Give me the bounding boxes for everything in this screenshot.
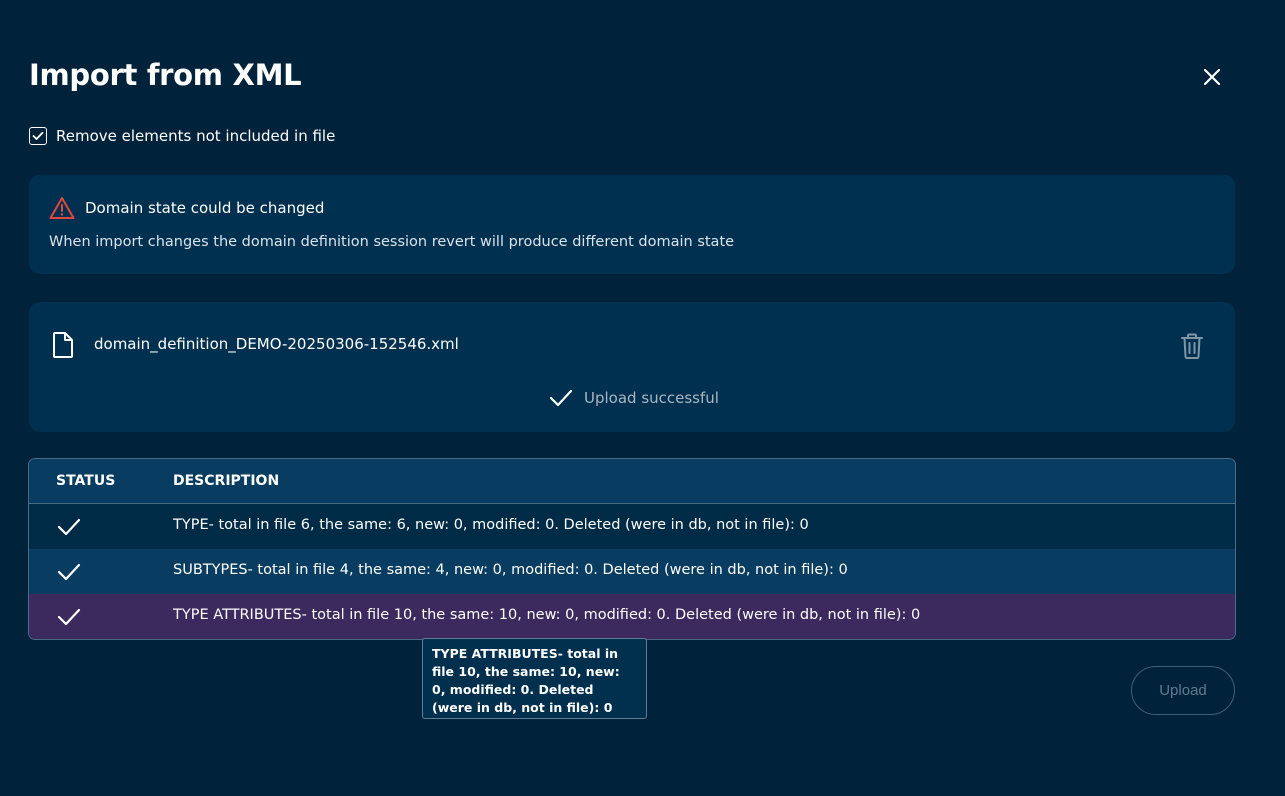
close-button[interactable] — [1198, 63, 1226, 91]
row-description: TYPE ATTRIBUTES- total in file 10, the s… — [173, 607, 921, 623]
warning-text: When import changes the domain definitio… — [49, 234, 735, 250]
remove-elements-option[interactable]: Remove elements not included in file — [29, 126, 335, 146]
table-row[interactable]: TYPE ATTRIBUTES- total in file 10, the s… — [29, 594, 1235, 639]
file-icon — [53, 332, 73, 358]
upload-status: Upload successful — [549, 388, 719, 408]
remove-elements-checkbox[interactable] — [29, 127, 47, 145]
file-name: domain_definition_DEMO-20250306-152546.x… — [94, 335, 459, 353]
import-xml-dialog: Import from XML Remove elements not incl… — [0, 0, 1285, 796]
row-description: SUBTYPES- total in file 4, the same: 4, … — [173, 562, 848, 578]
check-icon — [57, 518, 81, 536]
upload-status-text: Upload successful — [584, 389, 719, 407]
warning-title: Domain state could be changed — [85, 199, 325, 217]
checkmark-icon — [32, 131, 44, 140]
trash-icon — [1181, 333, 1203, 359]
warning-triangle-icon — [49, 197, 75, 219]
row-description: TYPE- total in file 6, the same: 6, new:… — [173, 517, 809, 533]
warning-panel: Domain state could be changed When impor… — [29, 175, 1235, 274]
dialog-title: Import from XML — [29, 58, 302, 92]
uploaded-file-panel: domain_definition_DEMO-20250306-152546.x… — [29, 302, 1235, 432]
import-results-table: STATUS DESCRIPTION TYPE- total in file 6… — [28, 458, 1236, 640]
upload-button[interactable]: Upload — [1131, 666, 1235, 715]
column-header-description: DESCRIPTION — [173, 473, 280, 489]
check-icon — [57, 608, 81, 626]
table-row[interactable]: SUBTYPES- total in file 4, the same: 4, … — [29, 549, 1235, 594]
column-header-status: STATUS — [56, 473, 116, 489]
check-icon — [57, 563, 81, 581]
row-tooltip: TYPE ATTRIBUTES- total in file 10, the s… — [422, 638, 647, 719]
table-header: STATUS DESCRIPTION — [29, 459, 1235, 504]
close-icon — [1203, 68, 1221, 86]
delete-file-button[interactable] — [1179, 332, 1205, 360]
table-row[interactable]: TYPE- total in file 6, the same: 6, new:… — [29, 504, 1235, 549]
remove-elements-label: Remove elements not included in file — [56, 127, 336, 145]
check-icon — [549, 389, 573, 407]
